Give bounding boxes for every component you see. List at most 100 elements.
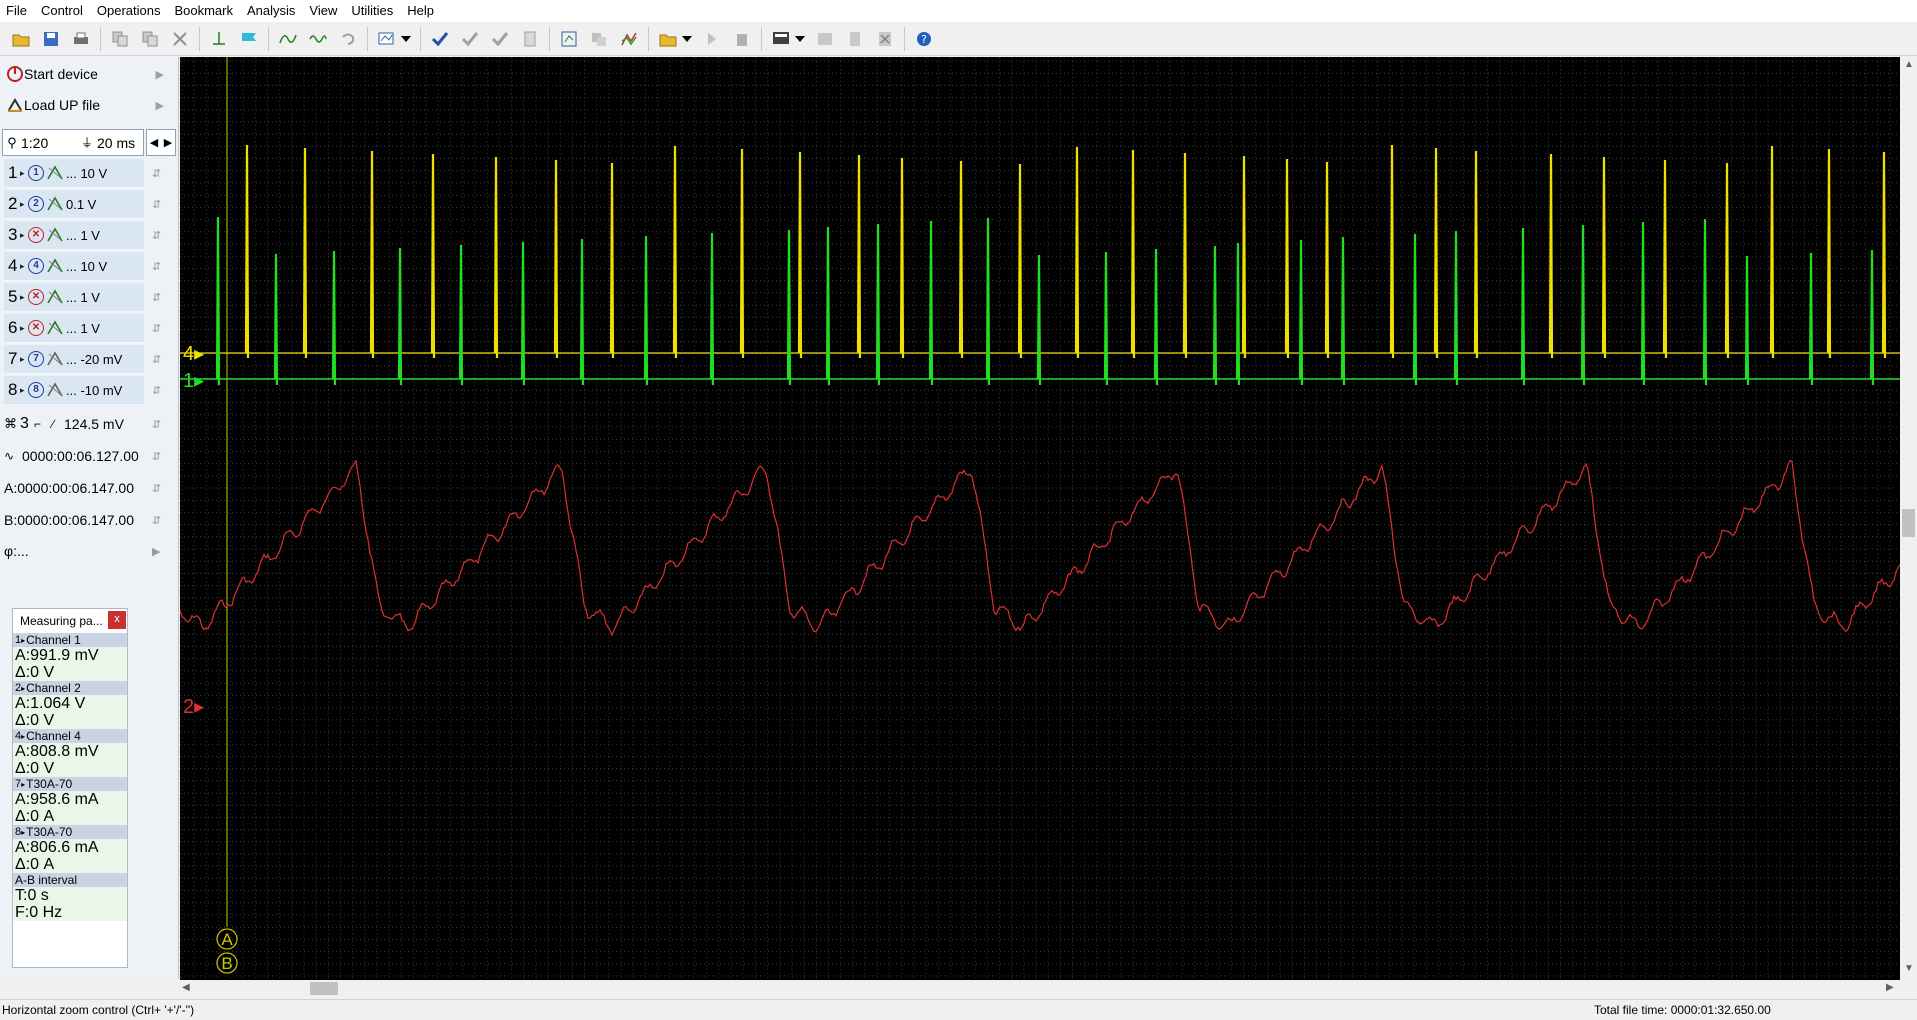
trigger-time: 0000:00:06.127.00	[22, 448, 139, 464]
chevron-down-icon[interactable]	[400, 27, 412, 51]
menu-help[interactable]: Help	[400, 0, 441, 22]
cursor-b-row[interactable]: B:0000:00:06.147.00 ⇵	[4, 506, 176, 534]
probe-icon[interactable]: 2	[28, 196, 44, 212]
coupling-icon[interactable]	[46, 289, 64, 305]
channel-row-7[interactable]: 7 ▸ 7 ... -20 mV ⇵	[4, 345, 161, 374]
coupling-icon[interactable]	[46, 227, 64, 243]
channel-arrow-icon: ▸	[20, 384, 25, 395]
phase-row[interactable]: φ:... ▶	[4, 537, 176, 565]
coupling-icon[interactable]	[46, 320, 64, 336]
channel-1-pulse	[1412, 233, 1418, 386]
scroll-right-button[interactable]: ▶	[161, 130, 175, 155]
trigger-row[interactable]: ⌘ 3 ⌐ ∕ 124.5 mV ⇵	[4, 410, 176, 438]
delete-icon[interactable]	[730, 27, 754, 51]
menu-bookmark[interactable]: Bookmark	[167, 0, 240, 22]
copy-icon[interactable]	[108, 27, 132, 51]
menu-file[interactable]: File	[0, 0, 34, 22]
scroll-right-icon[interactable]: ▶	[1886, 982, 1894, 993]
probe-icon[interactable]: 8	[28, 382, 44, 398]
chevron-down-icon[interactable]	[681, 27, 693, 51]
cut-icon[interactable]	[168, 27, 192, 51]
paste-icon[interactable]	[138, 27, 162, 51]
zoom-fit-icon[interactable]	[557, 27, 581, 51]
horizontal-scrollbar[interactable]: ◀ ▶	[180, 980, 1900, 997]
scope-settings-icon[interactable]	[375, 27, 399, 51]
scroll-left-icon[interactable]: ◀	[182, 982, 190, 993]
channel-row-5[interactable]: 5 ▸ ✕ ... 1 V ⇵	[4, 283, 161, 312]
cursor-a-label: A	[221, 930, 233, 949]
coupling-icon[interactable]	[46, 382, 64, 398]
flag-icon[interactable]	[237, 27, 261, 51]
help-icon[interactable]: ?	[912, 27, 936, 51]
probe-icon[interactable]: ✕	[28, 289, 44, 305]
analysis-icon[interactable]	[617, 27, 641, 51]
close-icon[interactable]: x	[108, 611, 126, 629]
measure-values: A:958.6 mA Δ:0 A	[13, 791, 127, 825]
channel-row-6[interactable]: 6 ▸ ✕ ... 1 V ⇵	[4, 314, 161, 343]
folder-chart-icon[interactable]	[656, 27, 680, 51]
load-file-button[interactable]: Load UP file ▶	[0, 90, 178, 120]
coupling-icon[interactable]	[46, 196, 64, 212]
vertical-scroll-thumb[interactable]	[1902, 509, 1915, 537]
channel-row-1[interactable]: 1 ▸ 1 ... 10 V ⇵	[4, 159, 161, 188]
trigger-time-row[interactable]: ∿ 0000:00:06.127.00 ⇵	[4, 442, 176, 470]
channel-scale: ... 1 V	[66, 227, 100, 243]
start-device-label: Start device	[24, 66, 98, 82]
menu-analysis[interactable]: Analysis	[240, 0, 302, 22]
cursor-a-row[interactable]: A:0000:00:06.147.00 ⇵	[4, 474, 176, 502]
menu-operations[interactable]: Operations	[90, 0, 168, 22]
check-all-icon[interactable]	[488, 27, 512, 51]
vertical-scrollbar[interactable]: ▲ ▼	[1900, 57, 1917, 980]
chevron-down-icon[interactable]	[794, 27, 806, 51]
coupling-icon[interactable]	[46, 351, 64, 367]
section-arrow-icon: ▸	[21, 683, 26, 693]
signal-icon[interactable]	[306, 27, 330, 51]
save-icon[interactable]	[39, 27, 63, 51]
channel-4-pulse	[1241, 155, 1247, 359]
probe-icon[interactable]: ✕	[28, 320, 44, 336]
coupling-icon[interactable]	[46, 258, 64, 274]
scroll-up-icon[interactable]: ▲	[1904, 59, 1914, 70]
oscilloscope-display[interactable]: 4▸ 1▸ 2▸ A B	[180, 57, 1900, 980]
marker-icon[interactable]	[207, 27, 231, 51]
toolbar-separator	[100, 26, 101, 51]
step-icon[interactable]	[700, 27, 724, 51]
menu-utilities[interactable]: Utilities	[344, 0, 400, 22]
check-multi-icon[interactable]	[458, 27, 482, 51]
channel-4-pulse	[1769, 145, 1775, 359]
page-icon[interactable]	[843, 27, 867, 51]
channel-row-3[interactable]: 3 ▸ ✕ ... 1 V ⇵	[4, 221, 161, 250]
scroll-left-button[interactable]: ◀	[147, 130, 161, 155]
horizontal-scroll-thumb[interactable]	[310, 982, 338, 995]
close-doc-icon[interactable]	[873, 27, 897, 51]
measure-sections: 1 ▸ Channel 1 A:991.9 mV Δ:0 V 2 ▸ Channel 2 A:1…	[13, 633, 127, 873]
monitor-icon[interactable]	[769, 27, 793, 51]
probe-icon[interactable]: ✕	[28, 227, 44, 243]
measure-value-delta: Δ:0 V	[15, 664, 55, 681]
probe-icon[interactable]: 1	[28, 165, 44, 181]
channel-row-4[interactable]: 4 ▸ 4 ... 10 V ⇵	[4, 252, 161, 281]
undo-icon[interactable]	[336, 27, 360, 51]
print-icon[interactable]	[69, 27, 93, 51]
channel-row-8[interactable]: 8 ▸ 8 ... -10 mV ⇵	[4, 376, 161, 405]
document-icon[interactable]	[518, 27, 542, 51]
measure-value-delta: Δ:0 A	[15, 856, 55, 873]
open-icon[interactable]	[9, 27, 33, 51]
waveform-icon[interactable]	[276, 27, 300, 51]
menu-control[interactable]: Control	[34, 0, 90, 22]
probe-icon[interactable]: 4	[28, 258, 44, 274]
coupling-icon[interactable]	[46, 165, 64, 181]
scroll-down-icon[interactable]: ▼	[1904, 963, 1914, 974]
window-icon[interactable]	[813, 27, 837, 51]
zoom-control[interactable]: ⚲ 1:20 ⏚ 20 ms	[2, 129, 144, 156]
start-device-button[interactable]: Start device ▶	[0, 59, 178, 89]
channel-arrow-icon: ▸	[20, 167, 25, 178]
menu-view[interactable]: View	[302, 0, 344, 22]
check-icon[interactable]	[428, 27, 452, 51]
cursor-b-time: B:0000:00:06.147.00	[4, 512, 135, 528]
compare-icon[interactable]	[587, 27, 611, 51]
section-arrow-icon: ▸	[21, 635, 26, 645]
probe-icon[interactable]: 7	[28, 351, 44, 367]
measure-section-header: 1 ▸ Channel 1	[13, 633, 127, 647]
channel-row-2[interactable]: 2 ▸ 2 0.1 V ⇵	[4, 190, 161, 219]
